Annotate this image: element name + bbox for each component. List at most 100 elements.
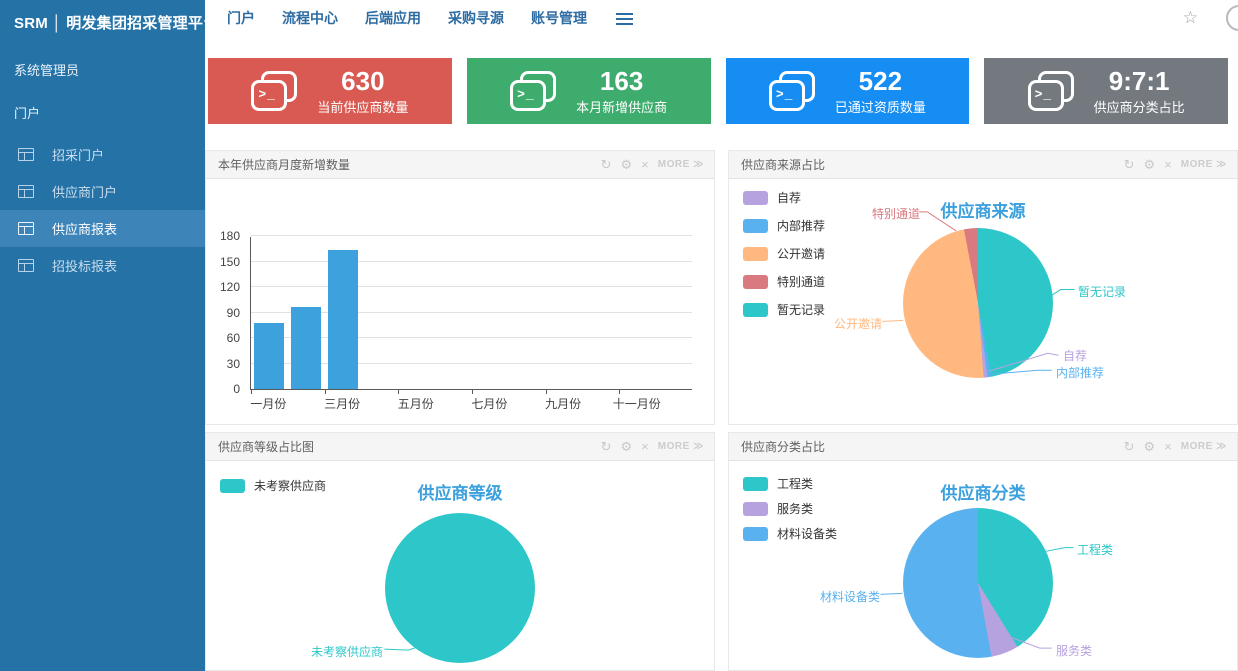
stat-label: 已通过资质数量 — [835, 97, 926, 116]
sidebar-item-label: 供应商门户 — [52, 182, 117, 201]
legend-item[interactable]: 自荐 — [743, 189, 825, 206]
legend-item[interactable]: 材料设备类 — [743, 525, 837, 542]
legend-label: 公开邀请 — [777, 245, 825, 262]
sidebar-item-label: 供应商报表 — [52, 219, 117, 238]
stat-label: 本月新增供应商 — [576, 97, 667, 116]
x-tick-label: 十一月份 — [613, 395, 661, 412]
pie-slice-label: 公开邀请 — [834, 315, 882, 332]
panel-header: 供应商分类占比 ↻ ⚙ × MORE ≫ — [729, 433, 1237, 461]
supplier-grade-pie — [385, 513, 535, 663]
sidebar-user-role: 系统管理员 — [0, 60, 205, 79]
gear-icon[interactable]: ⚙ — [621, 440, 633, 453]
gear-icon[interactable]: ⚙ — [621, 158, 633, 171]
legend-label: 自荐 — [777, 189, 801, 206]
refresh-icon[interactable]: ↻ — [601, 158, 612, 171]
x-tick-label: 九月份 — [545, 395, 581, 412]
sidebar-item-supplier-reports[interactable]: 供应商报表 — [0, 210, 205, 247]
legend-item[interactable]: 未考察供应商 — [220, 477, 326, 494]
legend-item[interactable]: 特别通道 — [743, 273, 825, 290]
legend-swatch — [743, 303, 768, 317]
terminal-icon: >_ — [251, 71, 297, 111]
legend-label: 未考察供应商 — [254, 477, 326, 494]
gear-icon[interactable]: ⚙ — [1144, 158, 1156, 171]
panel-supplier-category: 供应商分类占比 ↻ ⚙ × MORE ≫ 供应商分类 工程类服务类材料设备类 工… — [728, 432, 1238, 671]
pie-slice-label: 暂无记录 — [1078, 283, 1126, 300]
legend-swatch — [743, 502, 768, 516]
panel-supplier-grade: 供应商等级占比图 ↻ ⚙ × MORE ≫ 供应商等级 未考察供应商 未考察供应… — [205, 432, 715, 671]
legend-item[interactable]: 工程类 — [743, 475, 837, 492]
sidebar-section-portal[interactable]: 门户 — [0, 103, 205, 122]
close-icon[interactable]: × — [1164, 440, 1172, 453]
terminal-icon: >_ — [769, 71, 815, 111]
stat-value: 163 — [576, 67, 667, 95]
panel-header: 供应商等级占比图 ↻ ⚙ × MORE ≫ — [206, 433, 714, 461]
y-tick-label: 180 — [220, 229, 240, 243]
panel-supplier-source: 供应商来源占比 ↻ ⚙ × MORE ≫ 供应商来源 自荐内部推荐公开邀请特别通… — [728, 150, 1238, 425]
sidebar-menu: 招采门户 供应商门户 供应商报表 招投标报表 — [0, 136, 205, 284]
stat-card-new-suppliers-month: >_ 163 本月新增供应商 — [467, 58, 711, 124]
y-tick-label: 60 — [227, 331, 240, 345]
more-link[interactable]: MORE ≫ — [1181, 441, 1227, 452]
legend-swatch — [743, 477, 768, 491]
pie-slice-label: 工程类 — [1077, 541, 1113, 558]
sidebar-item-supplier-portal[interactable]: 供应商门户 — [0, 173, 205, 210]
sidebar-item-label: 招采门户 — [52, 145, 104, 164]
panel-title: 供应商等级占比图 — [218, 438, 314, 455]
y-tick-label: 90 — [227, 306, 240, 320]
more-link[interactable]: MORE ≫ — [658, 159, 704, 170]
legend-label: 工程类 — [777, 475, 813, 492]
bar-二月份 — [291, 307, 321, 389]
monthly-bar-chart: 0306090120150180 一月份三月份五月份七月份九月份十一月份 — [206, 179, 714, 424]
pie-slice-label: 未考察供应商 — [311, 643, 383, 660]
stat-value: 522 — [835, 67, 926, 95]
bar-y-axis-labels: 0306090120150180 — [206, 237, 244, 390]
terminal-icon: >_ — [510, 71, 556, 111]
main-content: >_ 630 当前供应商数量 >_ 163 本月新增供应商 >_ 522 已通过… — [205, 0, 1238, 671]
panel-title: 供应商来源占比 — [741, 156, 825, 173]
refresh-icon[interactable]: ↻ — [1124, 440, 1135, 453]
sidebar-item-procurement-portal[interactable]: 招采门户 — [0, 136, 205, 173]
stat-value: 9:7:1 — [1094, 67, 1185, 95]
y-tick-label: 120 — [220, 280, 240, 294]
chart-legend: 自荐内部推荐公开邀请特别通道暂无记录 — [743, 189, 825, 329]
more-link[interactable]: MORE ≫ — [1181, 159, 1227, 170]
legend-item[interactable]: 公开邀请 — [743, 245, 825, 262]
pie-slice-label: 自荐 — [1063, 347, 1087, 364]
stat-card-category-ratio: >_ 9:7:1 供应商分类占比 — [984, 58, 1228, 124]
legend-item[interactable]: 内部推荐 — [743, 217, 825, 234]
bar-plot-area — [250, 237, 692, 390]
panel-header: 供应商来源占比 ↻ ⚙ × MORE ≫ — [729, 151, 1237, 179]
gear-icon[interactable]: ⚙ — [1144, 440, 1156, 453]
more-link[interactable]: MORE ≫ — [658, 441, 704, 452]
bar-x-axis-labels: 一月份三月份五月份七月份九月份十一月份 — [250, 395, 692, 411]
refresh-icon[interactable]: ↻ — [601, 440, 612, 453]
legend-item[interactable]: 服务类 — [743, 500, 837, 517]
refresh-icon[interactable]: ↻ — [1124, 158, 1135, 171]
sidebar: SRM │ 明发集团招采管理平台 系统管理员 门户 招采门户 供应商门户 供应商… — [0, 0, 205, 671]
stat-cards-row: >_ 630 当前供应商数量 >_ 163 本月新增供应商 >_ 522 已通过… — [208, 58, 1228, 124]
close-icon[interactable]: × — [1164, 158, 1172, 171]
close-icon[interactable]: × — [641, 440, 649, 453]
stat-label: 供应商分类占比 — [1094, 97, 1185, 116]
sidebar-item-bidding-reports[interactable]: 招投标报表 — [0, 247, 205, 284]
close-icon[interactable]: × — [641, 158, 649, 171]
layout-icon — [18, 148, 34, 161]
legend-item[interactable]: 暂无记录 — [743, 301, 825, 318]
pie-slice-label: 材料设备类 — [820, 588, 880, 605]
pie-slice-label: 服务类 — [1056, 642, 1092, 659]
pie-slice-label: 内部推荐 — [1056, 364, 1104, 381]
stat-label: 当前供应商数量 — [317, 97, 408, 116]
panel-title: 本年供应商月度新增数量 — [218, 156, 350, 173]
legend-swatch — [743, 247, 768, 261]
x-tick-label: 三月份 — [324, 395, 360, 412]
chart-legend: 工程类服务类材料设备类 — [743, 475, 837, 550]
legend-swatch — [743, 275, 768, 289]
legend-label: 内部推荐 — [777, 217, 825, 234]
sidebar-item-label: 招投标报表 — [52, 256, 117, 275]
x-tick-label: 一月份 — [250, 395, 286, 412]
legend-label: 特别通道 — [777, 273, 825, 290]
legend-label: 暂无记录 — [777, 301, 825, 318]
layout-icon — [18, 259, 34, 272]
y-tick-label: 30 — [227, 357, 240, 371]
legend-label: 材料设备类 — [777, 525, 837, 542]
